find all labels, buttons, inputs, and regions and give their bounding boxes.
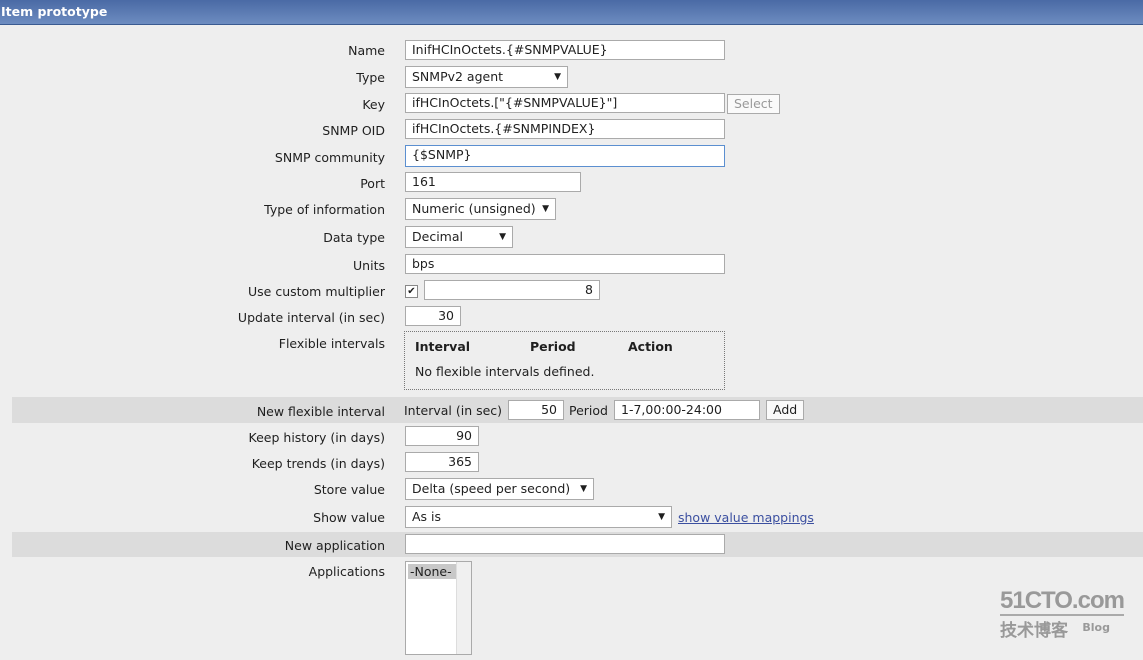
type-select[interactable]: SNMPv2 agent ▼ bbox=[405, 66, 568, 88]
snmp-community-label: SNMP community bbox=[274, 150, 385, 165]
app-option[interactable]: -None- bbox=[408, 564, 456, 579]
applications-list[interactable]: -None- bbox=[405, 561, 472, 655]
dropdown-arrow-icon: ▼ bbox=[580, 484, 587, 494]
show-label: Show value bbox=[313, 510, 385, 525]
type-info-value: Numeric (unsigned) bbox=[412, 201, 536, 216]
header-bar: Item prototype bbox=[0, 0, 1143, 25]
period-input[interactable]: 1-7,00:00-24:00 bbox=[614, 400, 760, 420]
new-app-label: New application bbox=[284, 538, 385, 553]
data-type-select[interactable]: Decimal ▼ bbox=[405, 226, 513, 248]
dropdown-arrow-icon: ▼ bbox=[499, 232, 506, 242]
snmp-oid-input[interactable]: ifHCInOctets.{#SNMPINDEX} bbox=[405, 119, 725, 139]
period-label: Period bbox=[569, 403, 608, 418]
watermark-blog: Blog bbox=[1082, 621, 1110, 634]
empty-message: No flexible intervals defined. bbox=[415, 364, 595, 379]
col-action: Action bbox=[628, 339, 673, 354]
type-label: Type bbox=[356, 70, 385, 85]
port-label: Port bbox=[360, 176, 385, 191]
multiplier-checkbox[interactable]: ✔ bbox=[405, 285, 418, 298]
new-app-input[interactable] bbox=[405, 534, 725, 554]
key-label: Key bbox=[362, 97, 385, 112]
port-input[interactable]: 161 bbox=[405, 172, 581, 192]
type-value: SNMPv2 agent bbox=[412, 69, 504, 84]
name-input[interactable]: InifHCInOctets.{#SNMPVALUE} bbox=[405, 40, 725, 60]
data-type-value: Decimal bbox=[412, 229, 463, 244]
snmp-community-input[interactable]: {$SNMP} bbox=[405, 145, 725, 167]
dropdown-arrow-icon: ▼ bbox=[658, 512, 665, 522]
show-select[interactable]: As is ▼ bbox=[405, 506, 672, 528]
watermark-sub: 技术博客 bbox=[1000, 621, 1068, 641]
name-label: Name bbox=[348, 43, 385, 58]
flexible-intervals-table: Interval Period Action No flexible inter… bbox=[404, 331, 725, 390]
update-input[interactable]: 30 bbox=[405, 306, 461, 326]
select-button[interactable]: Select bbox=[727, 94, 780, 114]
watermark-logo: 51CTO.com 技术博客 Blog bbox=[1000, 587, 1125, 641]
type-info-select[interactable]: Numeric (unsigned) ▼ bbox=[405, 198, 556, 220]
new-flexible-label: New flexible interval bbox=[256, 404, 385, 419]
history-label: Keep history (in days) bbox=[248, 430, 385, 445]
scrollbar[interactable] bbox=[456, 562, 471, 654]
units-input[interactable]: bps bbox=[405, 254, 725, 274]
col-interval: Interval bbox=[415, 339, 471, 354]
interval-label: Interval (in sec) bbox=[404, 403, 503, 418]
dropdown-arrow-icon: ▼ bbox=[542, 204, 549, 214]
store-label: Store value bbox=[313, 482, 385, 497]
update-label: Update interval (in sec) bbox=[237, 310, 385, 325]
units-label: Units bbox=[353, 258, 385, 273]
col-period: Period bbox=[530, 339, 576, 354]
key-input[interactable]: ifHCInOctets.["{#SNMPVALUE}"] bbox=[405, 93, 725, 113]
snmp-oid-label: SNMP OID bbox=[322, 123, 385, 138]
dropdown-arrow-icon: ▼ bbox=[554, 72, 561, 82]
interval-input[interactable]: 50 bbox=[508, 400, 564, 420]
add-button[interactable]: Add bbox=[766, 400, 805, 420]
multiplier-input[interactable]: 8 bbox=[424, 280, 600, 300]
page-title: Item prototype bbox=[1, 4, 108, 19]
store-select[interactable]: Delta (speed per second) ▼ bbox=[405, 478, 594, 500]
store-value: Delta (speed per second) bbox=[412, 481, 571, 496]
apps-label: Applications bbox=[308, 564, 385, 579]
flexible-label: Flexible intervals bbox=[278, 336, 385, 351]
type-info-label: Type of information bbox=[264, 202, 385, 217]
history-input[interactable]: 90 bbox=[405, 426, 479, 446]
trends-label: Keep trends (in days) bbox=[251, 456, 385, 471]
value-mappings-link[interactable]: show value mappings bbox=[678, 510, 814, 525]
multiplier-label: Use custom multiplier bbox=[248, 284, 385, 299]
trends-input[interactable]: 365 bbox=[405, 452, 479, 472]
data-type-label: Data type bbox=[323, 230, 385, 245]
show-value: As is bbox=[412, 509, 442, 524]
watermark-text: 51CTO.com bbox=[1000, 587, 1125, 616]
